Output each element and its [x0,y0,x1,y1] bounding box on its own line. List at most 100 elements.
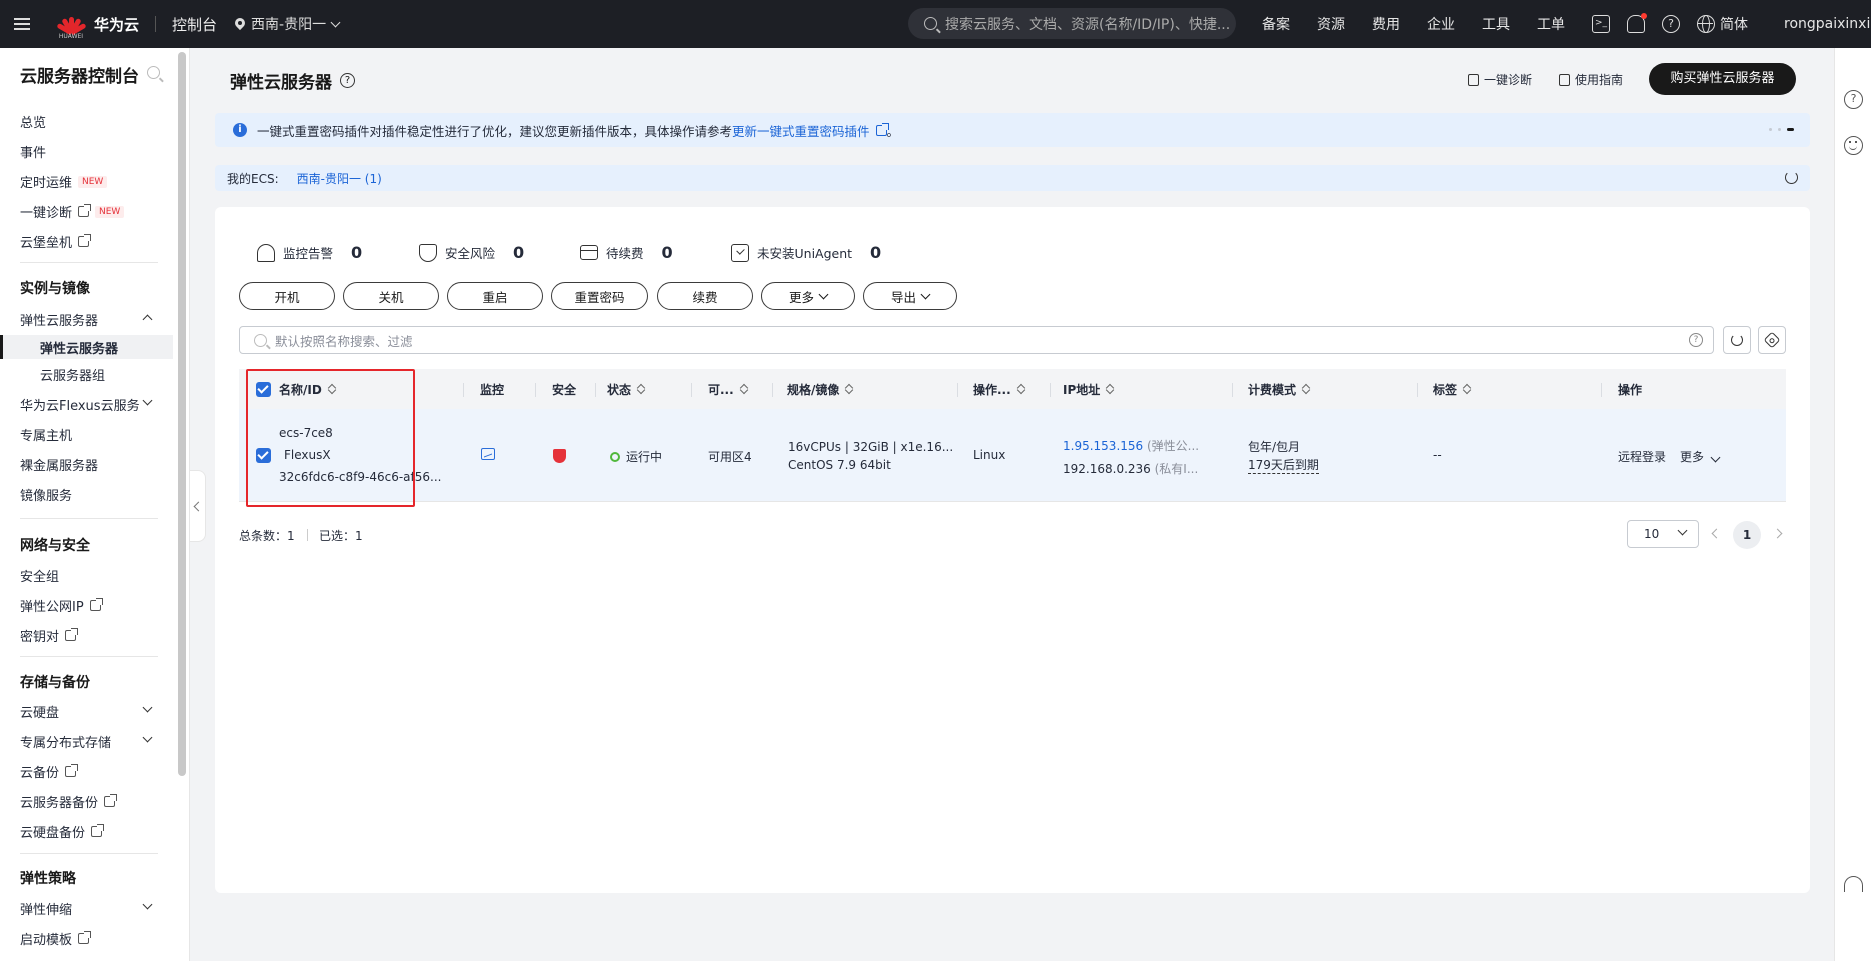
external-link-icon [104,794,118,807]
row-more-menu[interactable]: 更多 [1680,448,1721,465]
nav-enterprise[interactable]: 企业 [1427,14,1455,34]
refresh-button[interactable] [1723,326,1751,354]
expiry-info[interactable]: 179天后到期 [1248,456,1319,474]
nav-tickets[interactable]: 工单 [1537,14,1565,34]
sidebar-item-security-group[interactable]: 安全组 [20,566,59,585]
sidebar-item-bare-metal[interactable]: 裸金属服务器 [20,455,98,474]
chevron-down-icon[interactable] [142,395,153,406]
stat-alarm[interactable]: 监控告警 0 [257,243,362,262]
sidebar-search-icon[interactable] [147,66,160,79]
customer-service-icon[interactable] [1844,876,1863,892]
buy-ecs-button[interactable]: 购买弹性云服务器 [1649,63,1796,95]
chevron-down-icon[interactable] [142,702,153,713]
col-ip[interactable]: IP地址 [1063,381,1115,398]
export-button[interactable]: 导出 [863,282,957,310]
global-search-input[interactable]: 搜索云服务、文档、资源(名称/ID/IP)、快捷... [908,8,1236,39]
sidebar-item-server-backup[interactable]: 云服务器备份 [20,792,118,811]
sidebar-item-cbr[interactable]: 云备份 [20,762,79,781]
chevron-down-icon[interactable] [142,899,153,910]
filter-search-input[interactable]: 默认按照名称搜索、过滤 ? [239,326,1714,354]
monitor-chart-icon[interactable] [481,448,495,460]
sidebar-item-ecs[interactable]: 弹性云服务器 [0,335,173,359]
sidebar-item-dss[interactable]: 专属分布式存储 [20,732,111,751]
sidebar-group-policy: 弹性策略 [20,871,76,887]
restart-button[interactable]: 重启 [447,282,543,310]
sidebar-item-dedicated-host[interactable]: 专属主机 [20,425,72,444]
nav-tools[interactable]: 工具 [1482,14,1510,34]
sidebar-item-overview[interactable]: 总览 [20,112,46,131]
settings-button[interactable] [1758,326,1786,354]
refresh-icon[interactable] [1785,171,1798,184]
remote-login-link[interactable]: 远程登录 [1618,448,1666,465]
globe-icon[interactable] [1697,15,1715,33]
sidebar-item-evs[interactable]: 云硬盘 [20,702,59,721]
console-link[interactable]: 控制台 [172,14,217,35]
col-az[interactable]: 可... [708,381,749,398]
start-button[interactable]: 开机 [239,282,335,310]
more-actions-button[interactable]: 更多 [761,282,855,310]
sidebar-item-images[interactable]: 镜像服务 [20,485,72,504]
bell-icon[interactable] [1627,13,1647,33]
language-selector[interactable]: 简体 [1720,14,1748,34]
user-name[interactable]: rongpaixinxi [1784,16,1870,32]
region-selector[interactable]: 西南-贵阳一 [235,14,341,34]
help-icon[interactable]: ? [1662,15,1680,33]
col-billing[interactable]: 计费模式 [1248,381,1311,398]
sort-icon[interactable] [1017,384,1026,395]
menu-icon[interactable] [0,0,44,48]
nav-resources[interactable]: 资源 [1317,14,1345,34]
security-shield-icon[interactable] [553,449,566,463]
sidebar-scrollbar[interactable] [178,52,186,776]
stat-renewal[interactable]: 待续费 0 [580,243,673,262]
nav-beian[interactable]: 备案 [1262,14,1290,34]
sidebar-item-ecs-parent[interactable]: 弹性云服务器 [20,310,98,329]
help-icon[interactable]: ? [1689,333,1703,347]
sidebar-item-disk-backup[interactable]: 云硬盘备份 [20,822,105,841]
sort-icon[interactable] [740,384,749,395]
col-tags[interactable]: 标签 [1433,381,1472,398]
col-spec[interactable]: 规格/镜像 [787,381,854,398]
sidebar-item-diagnose[interactable]: 一键诊断 NEW [20,202,125,221]
region-filter-link[interactable]: 西南-贵阳一 (1) [297,170,382,187]
sidebar-item-keypair[interactable]: 密钥对 [20,626,79,645]
renew-button[interactable]: 续费 [657,282,753,310]
page-number-current[interactable]: 1 [1733,521,1761,549]
sidebar-item-eip[interactable]: 弹性公网IP [20,596,103,615]
public-ip-link[interactable]: 1.95.153.156 [1063,439,1143,453]
col-status[interactable]: 状态 [607,381,646,398]
stat-uniagent[interactable]: 未安装UniAgent 0 [731,243,881,262]
chevron-up-icon[interactable] [142,314,153,325]
chevron-down-icon[interactable] [142,732,153,743]
sidebar-item-bastion[interactable]: 云堡垒机 [20,232,92,251]
sidebar-collapse-handle[interactable] [190,470,206,542]
new-badge: NEW [95,205,125,218]
nav-billing[interactable]: 费用 [1372,14,1400,34]
stat-security-risk[interactable]: 安全风险 0 [419,243,524,262]
sidebar-item-flexus[interactable]: 华为云Flexus云服务 [20,395,140,414]
carousel-dots[interactable] [1769,128,1794,131]
help-icon[interactable]: ? [340,73,355,88]
notice-link[interactable]: 更新一键式重置密码插件 [732,121,870,140]
sidebar-item-events[interactable]: 事件 [20,142,46,161]
external-link-icon [78,931,92,944]
terminal-icon[interactable]: >_ [1592,15,1610,33]
sort-icon[interactable] [845,384,854,395]
sidebar-item-autoscaling[interactable]: 弹性伸缩 [20,899,72,918]
sidebar-item-scheduled-ops[interactable]: 定时运维 NEW [20,172,108,191]
table-row[interactable]: ecs-7ce8 FlexusX 32c6fdc6-c8f9-46c6-af56… [239,409,1786,502]
sort-icon[interactable] [1106,384,1115,395]
diagnose-link[interactable]: 一键诊断 [1468,71,1532,88]
stop-button[interactable]: 关机 [343,282,439,310]
sort-icon[interactable] [1463,384,1472,395]
guide-link[interactable]: 使用指南 [1559,71,1623,88]
sidebar-item-launch-template[interactable]: 启动模板 [20,929,92,948]
reset-password-button[interactable]: 重置密码 [551,282,648,310]
help-icon[interactable]: ? [1844,90,1863,109]
feedback-smile-icon[interactable] [1844,136,1863,155]
page-size-select[interactable]: 10 [1627,520,1699,548]
sort-icon[interactable] [1302,384,1311,395]
col-os[interactable]: 操作... [973,381,1026,398]
sidebar-item-server-group[interactable]: 云服务器组 [40,365,105,384]
sort-icon[interactable] [637,384,646,395]
huawei-cloud-logo[interactable]: HUAWEI 华为云 [56,13,139,40]
